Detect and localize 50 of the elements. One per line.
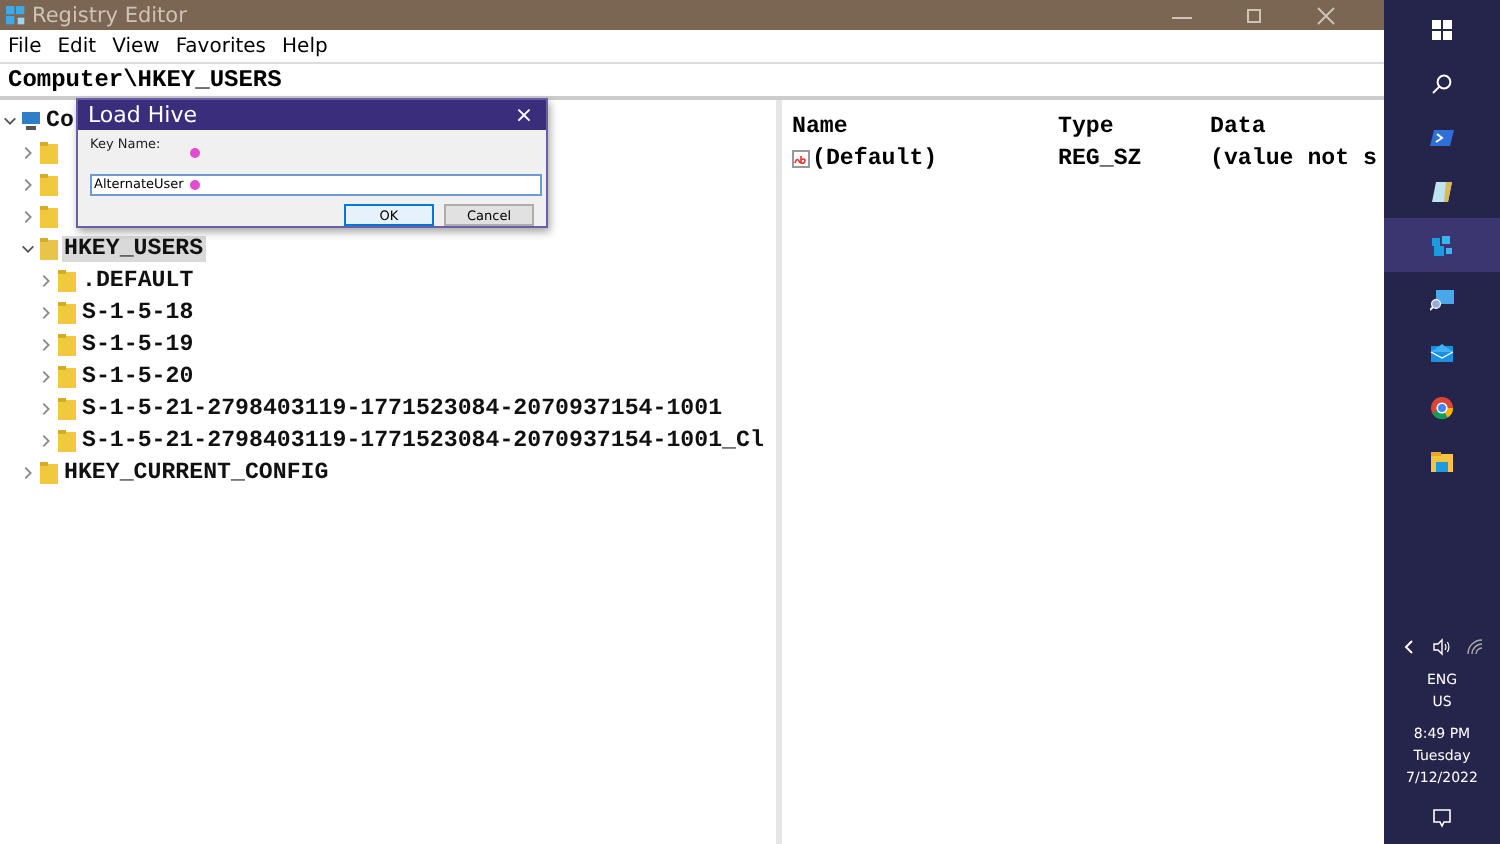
tree-item[interactable]: S-1-5-18 — [80, 299, 196, 325]
menu-item[interactable]: Favorites — [173, 35, 269, 57]
window-title: Registry Editor — [32, 3, 189, 27]
terminal-icon — [1430, 125, 1454, 149]
tree-item[interactable]: S-1-5-21-2798403119-1771523084-2070937154-1001 — [80, 395, 725, 421]
registry-icon — [1430, 233, 1454, 257]
tree-item[interactable]: Co — [44, 107, 76, 133]
menu-item[interactable]: File — [6, 35, 44, 57]
wifi-icon[interactable] — [1466, 637, 1485, 655]
chevron-left-icon[interactable] — [1399, 637, 1418, 655]
tree-item[interactable]: S-1-5-21-2798403119-1771523084-2070937154-1001_Cl — [80, 427, 766, 453]
registry-icon — [6, 5, 26, 25]
folder-icon — [58, 301, 76, 323]
folder-icon — [58, 365, 76, 387]
folder-icon — [58, 397, 76, 419]
computer-icon — [22, 109, 40, 131]
folder-icon — [40, 461, 58, 483]
close-button[interactable]: × — [502, 102, 546, 128]
tree-item[interactable]: HKEY_CURRENT_CONFIG — [62, 459, 331, 485]
windows-logo-icon — [1430, 17, 1454, 41]
selection-handle[interactable] — [190, 180, 200, 190]
menu-item[interactable]: View — [110, 35, 162, 57]
folder-icon — [1430, 449, 1454, 473]
tree-item[interactable]: S-1-5-20 — [80, 363, 196, 389]
monitor-magnifier-icon — [1430, 287, 1454, 311]
folder-icon — [40, 237, 58, 259]
string-value-icon — [792, 149, 810, 167]
folder-icon — [58, 333, 76, 355]
tree-item[interactable]: .DEFAULT — [80, 267, 196, 293]
table-cell-text: REG_SZ — [1058, 145, 1144, 171]
folder-icon — [58, 429, 76, 451]
notepad-icon — [1430, 179, 1454, 203]
selection-handle[interactable] — [190, 148, 200, 158]
mail-icon — [1430, 341, 1454, 365]
column-header[interactable]: Data — [1210, 113, 1384, 139]
search-icon — [1430, 71, 1454, 95]
speaker-icon[interactable] — [1432, 637, 1451, 655]
table-cell: (Default) — [812, 145, 938, 171]
table-cell-text: (value not s — [1210, 145, 1379, 171]
menu-item[interactable]: Edit — [55, 35, 99, 57]
tree-item[interactable]: HKEY_USERS — [62, 235, 206, 261]
tree-item[interactable]: S-1-5-19 — [80, 331, 196, 357]
dialog-title: Load Hive — [88, 102, 197, 128]
close-icon[interactable] — [1312, 5, 1340, 25]
notification-icon[interactable] — [1432, 808, 1452, 828]
folder-icon — [58, 269, 76, 291]
browser-icon — [1430, 395, 1454, 419]
menu-item[interactable]: Help — [280, 35, 330, 57]
column-header[interactable]: Name — [792, 113, 1058, 139]
column-header[interactable]: Type — [1058, 113, 1210, 139]
